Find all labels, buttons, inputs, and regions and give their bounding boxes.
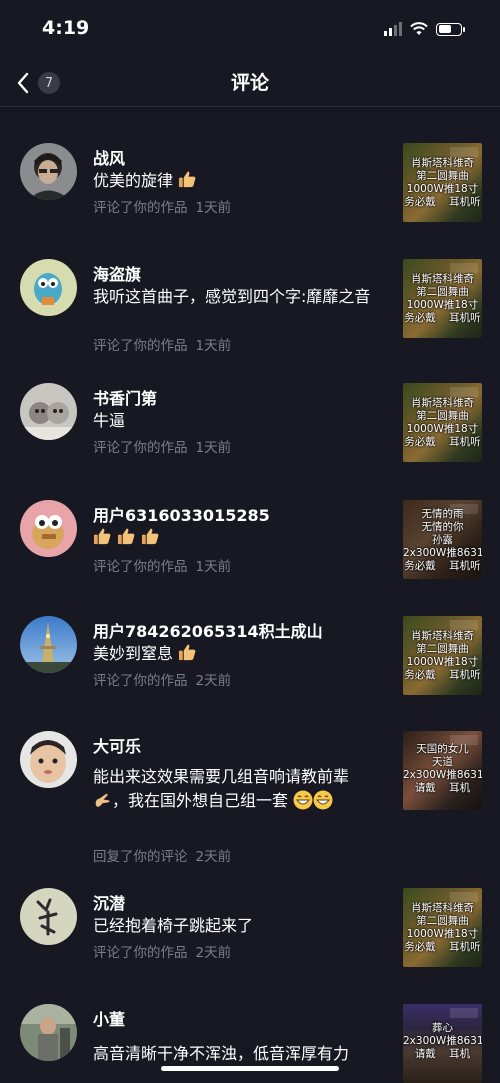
battery-icon xyxy=(436,22,465,36)
thumbnail-caption: 肖斯塔科维奇 第二圆舞曲 1000W推18寸 务必戴 耳机听 xyxy=(404,902,481,953)
comment-time: 1天前 xyxy=(195,559,232,575)
comment-time: 2天前 xyxy=(195,945,232,961)
video-thumbnail[interactable]: 肖斯塔科维奇 第二圆舞曲 1000W推18寸 务必戴 耳机听 xyxy=(403,143,482,222)
thumbnail-caption: 肖斯塔科维奇 第二圆舞曲 1000W推18寸 务必戴 耳机听 xyxy=(404,157,481,208)
page-title: 评论 xyxy=(230,72,269,94)
comment-action: 评论了你的作品 xyxy=(93,945,188,961)
commenter-name[interactable]: 用户6316033015285 xyxy=(93,502,270,526)
comment-text: 优美的旋律 xyxy=(93,169,393,193)
comment-meta: 评论了你的作品 2天前 xyxy=(93,941,231,961)
thumbnail-caption: 葬心 2x300W推8631 请戴 耳机 xyxy=(403,1022,482,1060)
video-thumbnail[interactable]: 肖斯塔科维奇 第二圆舞曲 1000W推18寸 务必戴 耳机听 xyxy=(403,259,482,338)
commenter-name[interactable]: 小董 xyxy=(93,1006,125,1030)
avatar[interactable] xyxy=(20,731,77,788)
commenter-name[interactable]: 书香门第 xyxy=(93,385,157,409)
comment-text xyxy=(93,526,393,550)
avatar[interactable] xyxy=(20,500,77,557)
comment-meta: 评论了你的作品 1天前 xyxy=(93,196,231,216)
pinch-hand-icon xyxy=(95,793,110,808)
comment-meta: 评论了你的作品 1天前 xyxy=(93,436,231,456)
commenter-name[interactable]: 大可乐 xyxy=(93,733,141,757)
comment-time: 1天前 xyxy=(195,200,232,216)
comment-text: 我听这首曲子，感觉到四个字:靡靡之音 xyxy=(93,287,371,306)
thumbnail-caption: 肖斯塔科维奇 第二圆舞曲 1000W推18寸 务必戴 耳机听 xyxy=(404,397,481,448)
status-time: 4:19 xyxy=(42,17,90,39)
video-thumbnail[interactable]: 天国的女儿 天道 2x300W推8631 请戴 耳机 xyxy=(403,731,482,810)
comment-action: 评论了你的作品 xyxy=(93,338,188,354)
comment-text: 美妙到窒息 xyxy=(93,642,393,666)
commenter-name[interactable]: 用户784262065314积土成山 xyxy=(93,618,323,642)
comment-action: 回复了你的评论 xyxy=(93,849,188,865)
comment-time: 1天前 xyxy=(195,440,232,456)
thumbnail-caption: 无情的雨 无情的你 孙露 2x300W推8631 务必戴 耳机听 xyxy=(403,508,482,572)
comment-meta: 评论了你的作品 1天前 xyxy=(93,555,231,575)
thumbs-up-icon xyxy=(142,528,159,545)
comment-action: 评论了你的作品 xyxy=(93,559,188,575)
grin-emoji-icon xyxy=(293,790,313,810)
video-thumbnail[interactable]: 肖斯塔科维奇 第二圆舞曲 1000W推18寸 务必戴 耳机听 xyxy=(403,383,482,462)
wifi-icon xyxy=(410,22,428,35)
comment-time: 2天前 xyxy=(195,849,232,865)
comment-action: 评论了你的作品 xyxy=(93,673,188,689)
video-thumbnail[interactable]: 肖斯塔科维奇 第二圆舞曲 1000W推18寸 务必戴 耳机听 xyxy=(403,888,482,967)
commenter-name[interactable]: 海盗旗 xyxy=(93,261,141,285)
cellular-signal-icon xyxy=(384,22,402,36)
thumbnail-caption: 天国的女儿 天道 2x300W推8631 请戴 耳机 xyxy=(403,743,482,794)
comment-meta: 回复了你的评论 2天前 xyxy=(93,845,231,865)
comment-time: 2天前 xyxy=(195,673,232,689)
comment-action: 评论了你的作品 xyxy=(93,200,188,216)
status-bar: 4:19 xyxy=(0,0,500,58)
status-icons xyxy=(384,22,465,36)
comment-text: 高音清晰干净不浑浊，低音浑厚有力 xyxy=(93,1044,350,1063)
video-thumbnail[interactable]: 肖斯塔科维奇 第二圆舞曲 1000W推18寸 务必戴 耳机听 xyxy=(403,616,482,695)
avatar[interactable] xyxy=(20,616,77,673)
video-thumbnail[interactable]: 葬心 2x300W推8631 请戴 耳机 xyxy=(403,1004,482,1083)
avatar[interactable] xyxy=(20,143,77,200)
comment-text: 已经抱着椅子跳起来了 xyxy=(93,916,254,935)
thumbs-up-icon xyxy=(179,644,196,661)
nav-bar: 7 评论 xyxy=(0,58,500,107)
avatar[interactable] xyxy=(20,1004,77,1061)
thumbs-up-icon xyxy=(93,528,111,545)
commenter-name[interactable]: 战风 xyxy=(93,145,125,169)
video-thumbnail[interactable]: 无情的雨 无情的你 孙露 2x300W推8631 务必戴 耳机听 xyxy=(403,500,482,579)
avatar[interactable] xyxy=(20,259,77,316)
avatar[interactable] xyxy=(20,383,77,440)
thumbnail-caption: 肖斯塔科维奇 第二圆舞曲 1000W推18寸 务必戴 耳机听 xyxy=(404,273,481,324)
home-indicator[interactable] xyxy=(161,1066,339,1071)
comment-meta: 评论了你的作品 2天前 xyxy=(93,669,231,689)
comment-action: 评论了你的作品 xyxy=(93,440,188,456)
comment-meta: 评论了你的作品 1天前 xyxy=(93,334,231,354)
comment-text: 牛逼 xyxy=(93,411,126,430)
thumbs-up-icon xyxy=(179,171,196,188)
thumbnail-caption: 肖斯塔科维奇 第二圆舞曲 1000W推18寸 务必戴 耳机听 xyxy=(404,630,481,681)
avatar[interactable] xyxy=(20,888,77,945)
commenter-name[interactable]: 沉潜 xyxy=(93,890,125,914)
grin-emoji-icon xyxy=(313,790,333,810)
comment-time: 1天前 xyxy=(195,338,232,354)
thumbs-up-icon xyxy=(118,528,135,545)
comment-text: 能出来这效果需要几组音响请教前辈 ，我在国外想自己组一套 xyxy=(93,767,350,810)
